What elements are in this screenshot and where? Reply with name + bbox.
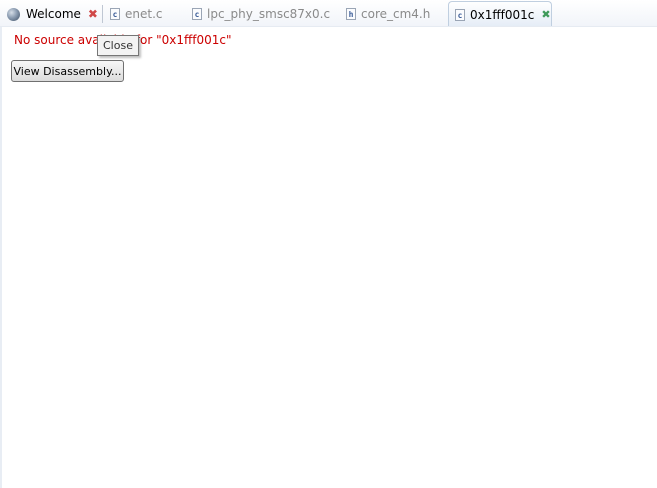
tab-bar-border — [0, 26, 657, 27]
tab-separator — [102, 5, 103, 23]
tab-0x1fff001c[interactable]: c 0x1fff001c ✖ — [448, 1, 552, 27]
tab-enet-c[interactable]: c enet.c — [110, 2, 163, 26]
close-icon[interactable]: ✖ — [88, 8, 98, 20]
tab-label: lpc_phy_smsc87x0.c — [207, 7, 331, 21]
c-file-icon: c — [110, 8, 120, 20]
h-file-icon: h — [346, 8, 356, 20]
c-file-icon: c — [455, 8, 465, 21]
editor-left-border — [0, 27, 2, 488]
tab-label: Welcome — [26, 7, 81, 21]
tab-lpc-phy-smsc87x0-c[interactable]: c lpc_phy_smsc87x0.c — [192, 2, 330, 26]
globe-icon — [7, 7, 20, 21]
close-tooltip: Close — [97, 35, 139, 56]
close-icon[interactable]: ✖ — [541, 9, 550, 20]
tab-label: core_cm4.h — [361, 7, 431, 21]
tab-label: 0x1fff001c — [470, 7, 535, 22]
tab-core-cm4-h[interactable]: h core_cm4.h — [346, 2, 430, 26]
tab-welcome[interactable]: Welcome ✖ — [7, 2, 98, 26]
tab-label: enet.c — [125, 7, 163, 21]
editor-tab-bar: Welcome ✖ c enet.c c lpc_phy_smsc87x0.c … — [0, 0, 657, 27]
c-file-icon: c — [192, 8, 202, 20]
view-disassembly-button[interactable]: View Disassembly... — [11, 60, 124, 82]
